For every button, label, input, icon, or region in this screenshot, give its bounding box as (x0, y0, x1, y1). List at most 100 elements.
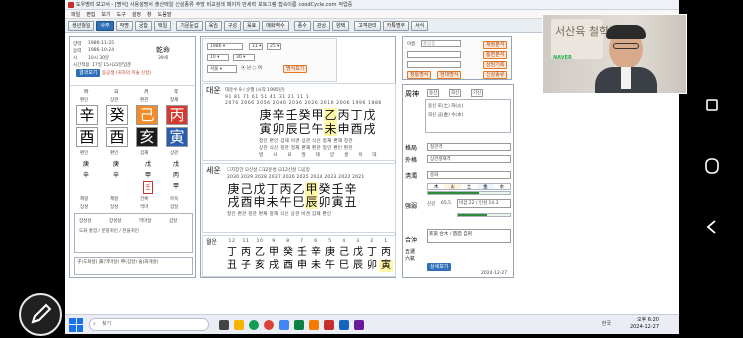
title-part[interactable]: 출산택일 (155, 1, 173, 8)
hidden-stem: 庚 (113, 161, 120, 168)
edge-icon[interactable] (249, 319, 259, 330)
pillar-header: 年 (174, 90, 179, 95)
geok-value: 정관격 (427, 143, 511, 151)
title-part[interactable]: 신살종류 (175, 1, 193, 8)
title-part[interactable]: 주방 비교검색 (196, 1, 225, 8)
clock[interactable]: 오후 6:20 2024-12-27 (630, 317, 659, 331)
ten-god: 정재 (170, 98, 179, 103)
wolun-stem: 甲 (269, 247, 279, 258)
name-input[interactable]: 홍길동 (421, 40, 461, 47)
ang-value: 중화 (427, 171, 511, 179)
android-navbar (690, 0, 743, 334)
side-button[interactable]: 재정분석 (483, 41, 508, 49)
region-select[interactable]: 서울 ▾ (207, 65, 237, 73)
title-part[interactable]: 포토그램 접속이름 (258, 1, 296, 8)
explorer-icon[interactable] (234, 319, 244, 330)
ten-god: 편인 (80, 98, 89, 103)
orange-button[interactable]: 정통명식 (407, 71, 432, 79)
title-part[interactable]: 사용설명서 (130, 1, 153, 8)
menu-item[interactable]: 파일 (71, 11, 80, 18)
apply-value: 17일 15시22분입춘 (92, 63, 132, 68)
wolun-month: 12 (228, 239, 236, 244)
daeun-stems: 庚辛壬癸甲乙丙丁戊 (259, 108, 376, 122)
title-part[interactable]: 작업중 (338, 1, 352, 8)
hidden-stem: 丙 (173, 172, 180, 179)
chrome-icon[interactable] (264, 319, 274, 330)
hour-select[interactable]: 10 ▾ (207, 54, 229, 61)
detail-button[interactable]: 상세보기 (427, 263, 452, 271)
title-part[interactable]: 페이지 만세력 (227, 1, 256, 8)
twelve-sinsal: 장성 (80, 205, 89, 210)
app-icon-purple[interactable] (354, 319, 364, 330)
orange-button[interactable]: 현대명식 (437, 71, 462, 79)
toolbar-button[interactable]: 구성 (223, 20, 242, 31)
wolun-branche: 巳 (339, 260, 349, 271)
toolbar-button[interactable]: 카톡명부 (382, 20, 410, 31)
toolbar-button[interactable]: 작명 (115, 20, 133, 31)
side-button[interactable]: 통변분석 (483, 51, 508, 59)
glasses (613, 43, 639, 49)
toolbar-button[interactable]: 양택 (332, 20, 350, 31)
jushin-select[interactable]: 기신 (471, 89, 484, 97)
windows-start-icon[interactable] (69, 317, 83, 332)
menu-item[interactable]: 창 (147, 11, 152, 18)
sinsal-notes: 도화 홍염 / 문창귀인 / 천을귀인 (79, 229, 139, 234)
minute-select[interactable]: 30 ▾ (233, 54, 255, 61)
toolbar-button[interactable]: 택일 (154, 20, 172, 31)
input-panel: 이름 홍길동 정통명식 현대명식 재정분석 통변분석 상담기록 신살종류 (402, 36, 512, 80)
sewoon-stem: 丙 (279, 182, 292, 196)
menu-item[interactable]: 보기 (101, 11, 110, 18)
sinsal: 장성살 (109, 219, 122, 224)
sinsal: 장성살 (79, 219, 92, 224)
toolbar-button[interactable]: 관상 (312, 20, 331, 31)
toolbar-button[interactable]: 매화역수 (262, 20, 289, 31)
wolun-title: 월운 (206, 239, 218, 246)
back-icon[interactable] (703, 218, 721, 236)
jushin-select[interactable]: 희신 (449, 89, 462, 97)
saju-app-icon[interactable] (324, 319, 334, 330)
side-button[interactable]: 상담기록 (483, 61, 508, 69)
daeun-stem: 丁 (350, 108, 363, 122)
app-icon-orange[interactable] (309, 319, 319, 330)
home-icon[interactable] (703, 157, 721, 175)
toolbar-button[interactable]: 풍수 (293, 20, 311, 31)
sewoon-options[interactable]: ☐지장간 ☑신살 ☐12운성 ☑12신살 ☐공망 (227, 167, 310, 173)
side-button[interactable]: 신살종류 (483, 71, 508, 79)
menu-item[interactable]: 설정 (132, 11, 141, 18)
title-part[interactable]: coodCycle.com (299, 2, 337, 8)
result-button[interactable]: 결과보기 (76, 69, 101, 77)
memo-field-2[interactable] (407, 61, 461, 68)
toolbar-button[interactable]: 고객관리 (354, 20, 381, 31)
wolun-branche: 申 (297, 260, 307, 271)
month-select[interactable]: 11 ▾ (249, 43, 263, 50)
day-select[interactable]: 25 ▾ (267, 43, 281, 50)
memo-field[interactable] (407, 51, 461, 58)
hidden-stem: 辛 (113, 172, 120, 179)
toolbar-button[interactable]: 기문둔갑 (176, 20, 203, 31)
year-select[interactable]: 1986 ▾ (207, 43, 243, 50)
jushin-select[interactable]: 용신 (427, 89, 440, 97)
toolbar-button[interactable]: 궁합 (134, 20, 153, 31)
app-icon-blue[interactable] (339, 319, 349, 330)
branch-day: 酉 (106, 127, 128, 147)
recents-icon[interactable] (703, 96, 721, 114)
toolbar-button[interactable]: 육임 (204, 20, 222, 31)
ime-indicator[interactable]: 한국 (602, 320, 611, 327)
menu-item[interactable]: 도움말 (158, 11, 172, 18)
edit-fab[interactable] (19, 293, 62, 336)
toolbar-button[interactable]: 서식 (411, 20, 429, 31)
taskbar-apps (219, 319, 364, 330)
toolbar-button[interactable]: 생년월일 (68, 20, 95, 31)
menu-item[interactable]: 도구 (117, 11, 126, 18)
gender-radio[interactable]: ⦿ 남 ○ 여 (241, 65, 262, 71)
app-icon-green[interactable] (294, 319, 304, 330)
branch-hour: 酉 (76, 127, 98, 147)
task-view-icon[interactable] (219, 319, 229, 330)
menu-item[interactable]: 편집 (86, 11, 95, 18)
calc-button[interactable]: 명식보기 (283, 65, 308, 73)
twelve-stage: 제왕 (110, 197, 119, 202)
toolbar-button[interactable]: 육효 (243, 20, 261, 31)
toolbar-button-active[interactable]: 사주 (96, 20, 114, 31)
taskbar-search[interactable]: ⌕ 찾기 (89, 318, 209, 331)
store-icon[interactable] (279, 319, 289, 330)
